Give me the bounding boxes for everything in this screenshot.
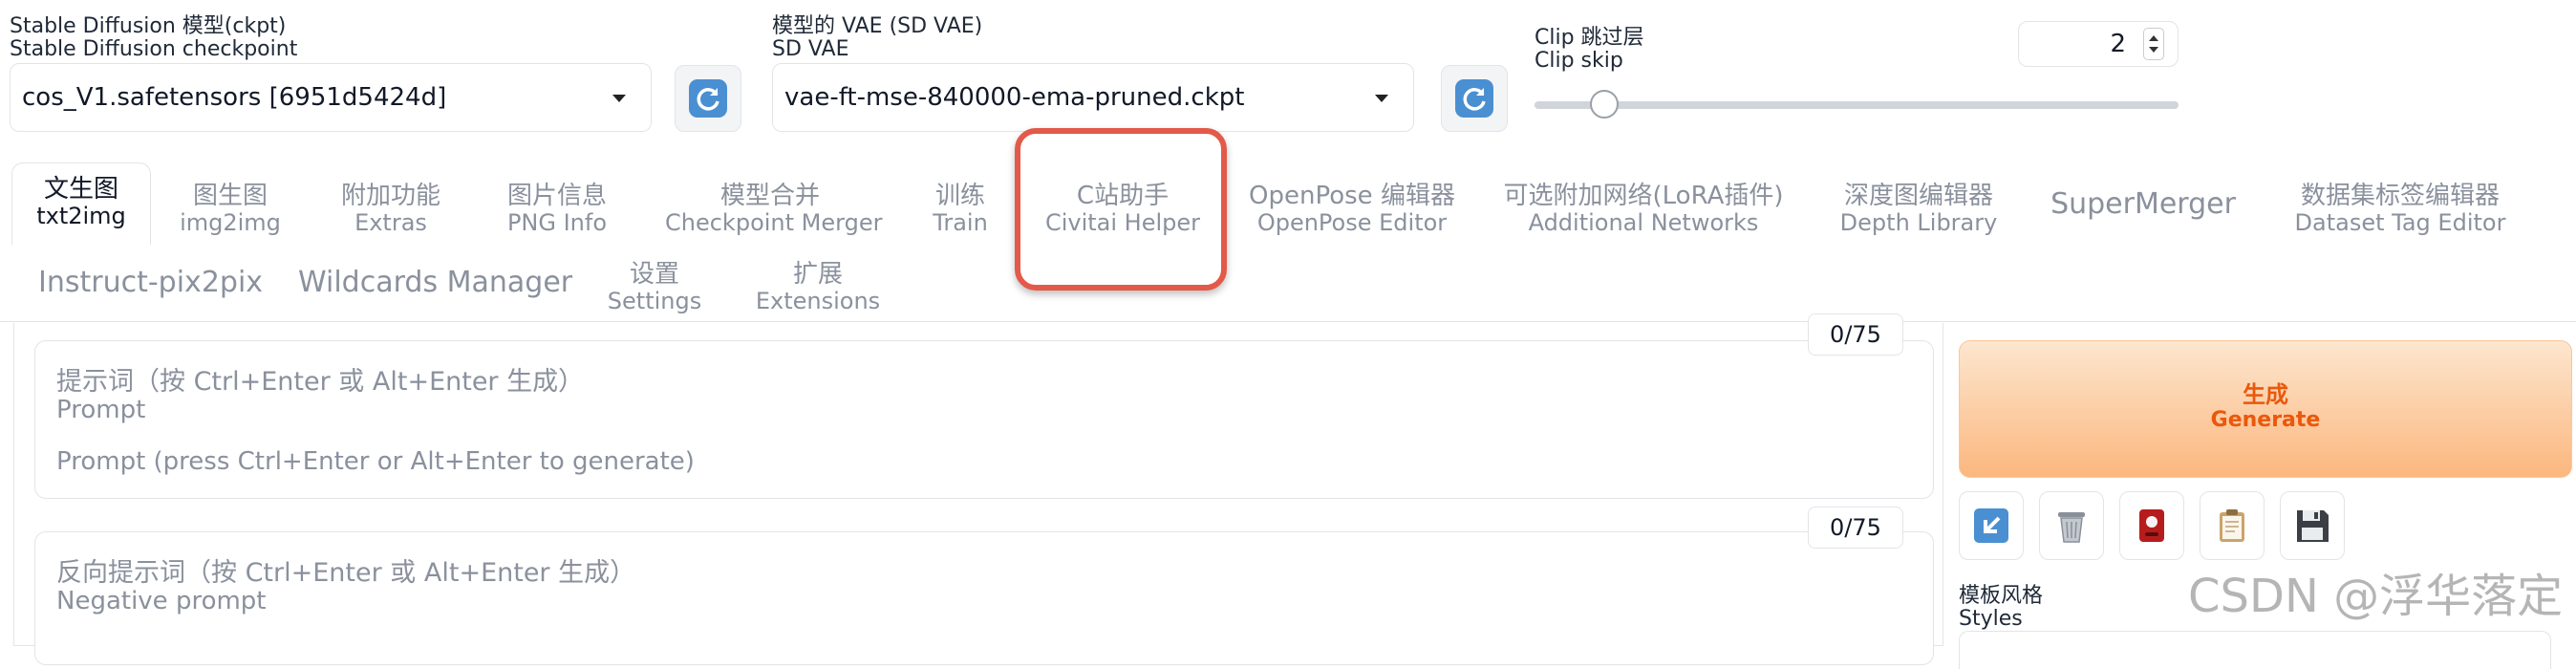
styles-label-zh: 模板风格 [1959,584,2044,608]
checkpoint-label-en: Stable Diffusion checkpoint [10,37,298,61]
tab-label-en: OpenPose Editor [1256,209,1448,236]
tab-extras[interactable]: 附加功能 Extras [329,182,453,235]
tab-depth-library[interactable]: 深度图编辑器 Depth Library [1825,182,2012,235]
negative-prompt-token-counter: 0/75 [1808,507,1903,549]
refresh-icon [689,79,727,118]
tab-label-en: Settings [607,288,702,314]
tab-label-zh: 深度图编辑器 [1843,182,1993,210]
clip-skip-slider-thumb[interactable] [1590,90,1619,119]
styles-select[interactable] [1959,631,2551,669]
tab-txt2img[interactable]: 文生图 txt2img [11,162,151,245]
tab-label-en: PNG Info [506,209,608,236]
tab-instruct-pix2pix[interactable]: Instruct-pix2pix [38,266,263,300]
tab-label-zh: 扩展 [792,260,843,289]
tab-label-zh: 可选附加网络(LoRA插件) [1503,182,1784,210]
vae-label-en: SD VAE [772,37,849,61]
divider [0,321,2576,322]
tab-label-zh: 训练 [934,182,985,210]
tab-png-info[interactable]: 图片信息 PNG Info [495,182,619,235]
clip-skip-label-zh: Clip 跳过层 [1535,26,1644,50]
prompt-placeholder: Prompt (press Ctrl+Enter or Alt+Enter to… [56,447,695,476]
prompt-token-counter: 0/75 [1808,313,1903,356]
prompt-label-en: Prompt [56,396,146,424]
vae-label-zh: 模型的 VAE (SD VAE) [772,14,983,38]
tab-label-en: txt2img [36,203,126,229]
chevron-down-icon [612,95,626,102]
tab-openpose-editor[interactable]: OpenPose 编辑器 OpenPose Editor [1242,182,1462,235]
styles-label-en: Styles [1959,607,2023,631]
highlight-box [1015,128,1227,291]
negative-prompt-textarea[interactable]: 反向提示词（按 Ctrl+Enter 或 Alt+Enter 生成） Negat… [34,531,1934,665]
negative-prompt-label-zh: 反向提示词（按 Ctrl+Enter 或 Alt+Enter 生成） [56,558,636,588]
save-icon [2297,510,2329,542]
generate-label-zh: 生成 [2243,381,2288,408]
tab-label-en: Dataset Tag Editor [2294,209,2506,236]
checkpoint-value: cos_V1.safetensors [6951d5424d] [22,83,447,112]
chevron-down-icon [1375,95,1388,102]
apply-style-button[interactable] [2200,491,2265,560]
trash-icon [2058,512,2085,543]
tab-label-en: Additional Networks [1528,209,1759,236]
tab-additional-networks[interactable]: 可选附加网络(LoRA插件) Additional Networks [1491,182,1796,235]
tab-extensions[interactable]: 扩展 Extensions [751,260,885,313]
arrow-icon [1974,508,2008,543]
tab-dataset-tag-editor[interactable]: 数据集标签编辑器 Dataset Tag Editor [2274,182,2526,235]
read-params-button[interactable] [1959,491,2024,560]
watermark: CSDN @浮华落定 [2188,570,2564,623]
tab-label-en: Checkpoint Merger [665,209,883,236]
clipboard-icon [2220,509,2244,542]
tab-label-zh: OpenPose 编辑器 [1249,182,1455,210]
stepper-icon[interactable] [2143,28,2164,60]
clip-skip-number-input[interactable]: 2 [2018,21,2179,67]
tab-img2img[interactable]: 图生图 img2img [168,182,292,235]
tab-label-zh: 图生图 [192,182,268,210]
clip-skip-slider-track[interactable] [1535,101,2179,109]
checkpoint-label-zh: Stable Diffusion 模型(ckpt) [10,14,287,38]
generate-label-en: Generate [2210,408,2321,432]
tab-label-en: Train [933,209,988,236]
extra-networks-button[interactable] [2119,491,2184,560]
clip-skip-label-en: Clip skip [1535,49,1623,73]
clip-skip-value: 2 [2110,30,2126,58]
negative-prompt-label-en: Negative prompt [56,587,267,615]
tab-label-zh: 设置 [629,260,679,289]
tab-wildcards-manager[interactable]: Wildcards Manager [298,266,572,300]
tab-label-en: Depth Library [1839,209,1998,236]
tab-label-en: Extensions [755,288,881,314]
generate-button[interactable]: 生成 Generate [1959,340,2572,478]
refresh-icon [1455,79,1493,118]
vae-value: vae-ft-mse-840000-ema-pruned.ckpt [784,83,1245,112]
tab-checkpoint-merger[interactable]: 模型合并 Checkpoint Merger [665,182,883,236]
prompt-textarea[interactable]: 提示词（按 Ctrl+Enter 或 Alt+Enter 生成） Prompt … [34,340,1934,499]
tab-label-en: Extras [354,209,427,236]
tab-label-zh: 附加功能 [340,182,440,210]
tab-train[interactable]: 训练 Train [917,182,1003,235]
tab-label-en: img2img [180,209,281,236]
prompt-label-zh: 提示词（按 Ctrl+Enter 或 Alt+Enter 生成） [56,367,585,397]
tab-label-zh: 数据集标签编辑器 [2300,182,2500,210]
tab-label-zh: 文生图 [43,175,118,204]
save-style-button[interactable] [2280,491,2345,560]
refresh-vae-button[interactable] [1441,65,1508,132]
vae-select[interactable]: vae-ft-mse-840000-ema-pruned.ckpt [772,63,1414,132]
tab-supermerger[interactable]: SuperMerger [2045,187,2242,222]
tab-label-zh: 模型合并 [719,182,820,210]
tab-settings[interactable]: 设置 Settings [602,260,707,313]
red-card-icon [2139,509,2164,542]
clear-prompt-button[interactable] [2039,491,2104,560]
checkpoint-select[interactable]: cos_V1.safetensors [6951d5424d] [10,63,652,132]
refresh-checkpoint-button[interactable] [675,65,741,132]
tab-label-zh: 图片信息 [506,182,607,210]
